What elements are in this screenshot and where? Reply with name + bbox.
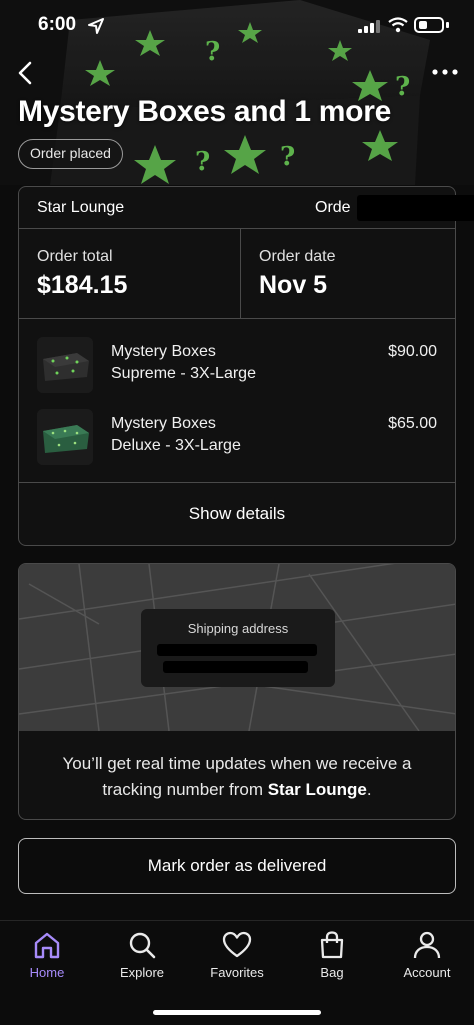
item-price: $90.00 <box>388 343 437 360</box>
wifi-icon <box>388 17 408 33</box>
shipping-map[interactable]: Shipping address <box>19 564 455 731</box>
order-total-value: $184.15 <box>37 271 128 299</box>
box-thumbnail-image <box>37 337 93 393</box>
account-icon <box>413 931 441 959</box>
battery-tip <box>446 22 449 28</box>
item-variant: Deluxe - 3X-Large <box>111 437 241 454</box>
shipping-card: Shipping address You’ll get real time up… <box>18 563 456 820</box>
order-items-list: Mystery Boxes Supreme - 3X-Large $90.00 … <box>19 319 455 483</box>
tab-explore[interactable]: Explore <box>95 929 189 991</box>
tab-bag-label: Bag <box>320 965 344 980</box>
home-indicator[interactable] <box>153 1010 321 1015</box>
order-date-cell: Order date Nov 5 <box>241 229 457 318</box>
heart-icon <box>222 931 252 958</box>
mark-delivered-button[interactable]: Mark order as delivered <box>18 838 456 894</box>
bag-icon <box>320 931 344 959</box>
item-name: Mystery Boxes <box>111 415 216 432</box>
order-date-label: Order date <box>259 248 336 265</box>
shipping-address-box: Shipping address <box>141 609 335 687</box>
tab-bag[interactable]: Bag <box>285 929 379 991</box>
hero-banner: ? ? ? ? 6:00 Mystery Boxes and 1 mor <box>0 0 474 185</box>
cellular-signal-icon <box>358 20 380 33</box>
show-details-button[interactable]: Show details <box>19 483 455 545</box>
redacted-order-number <box>357 195 474 221</box>
more-options-icon[interactable] <box>430 62 460 82</box>
list-item[interactable]: Mystery Boxes Supreme - 3X-Large $90.00 <box>19 337 455 397</box>
page-title: Mystery Boxes and 1 more <box>18 95 391 128</box>
tab-favorites-label: Favorites <box>210 965 264 980</box>
shipping-address-label: Shipping address <box>187 621 289 636</box>
tracking-message: You’ll get real time updates when we rec… <box>19 731 455 819</box>
tab-explore-label: Explore <box>119 965 165 980</box>
order-number-label: Orde <box>315 199 351 216</box>
tracking-message-suffix: . <box>366 780 372 799</box>
tracking-message-shop: Star Lounge <box>267 780 367 799</box>
tab-home-label: Home <box>29 965 65 980</box>
redacted-address-line <box>157 644 317 656</box>
tab-account[interactable]: Account <box>380 929 474 991</box>
home-icon <box>34 932 60 959</box>
order-total-label: Order total <box>37 248 113 265</box>
order-date-value: Nov 5 <box>259 271 328 299</box>
list-item[interactable]: Mystery Boxes Deluxe - 3X-Large $65.00 <box>19 409 455 469</box>
tab-home[interactable]: Home <box>0 929 94 991</box>
item-thumbnail <box>37 337 93 393</box>
order-summary-card: Star Lounge Orde Order total $184.15 Ord… <box>18 186 474 546</box>
item-variant: Supreme - 3X-Large <box>111 365 256 382</box>
status-bar: 6:00 <box>0 0 474 52</box>
clock-time: 6:00 <box>38 14 77 35</box>
box-thumbnail-image <box>37 409 93 465</box>
search-icon <box>129 932 156 959</box>
tab-favorites[interactable]: Favorites <box>190 929 284 991</box>
tab-account-label: Account <box>403 965 451 980</box>
order-total-cell: Order total $184.15 <box>19 229 241 318</box>
item-thumbnail <box>37 409 93 465</box>
back-button[interactable] <box>12 58 40 88</box>
item-price: $65.00 <box>388 415 437 432</box>
location-arrow-icon <box>88 18 104 34</box>
item-name: Mystery Boxes <box>111 343 216 360</box>
battery-icon <box>414 17 444 33</box>
status-badge: Order placed <box>18 139 123 169</box>
shop-name[interactable]: Star Lounge <box>37 199 124 217</box>
order-totals-row: Order total $184.15 Order date Nov 5 <box>19 229 455 319</box>
order-card-header: Star Lounge Orde <box>19 187 474 229</box>
redacted-address-line <box>163 661 308 673</box>
